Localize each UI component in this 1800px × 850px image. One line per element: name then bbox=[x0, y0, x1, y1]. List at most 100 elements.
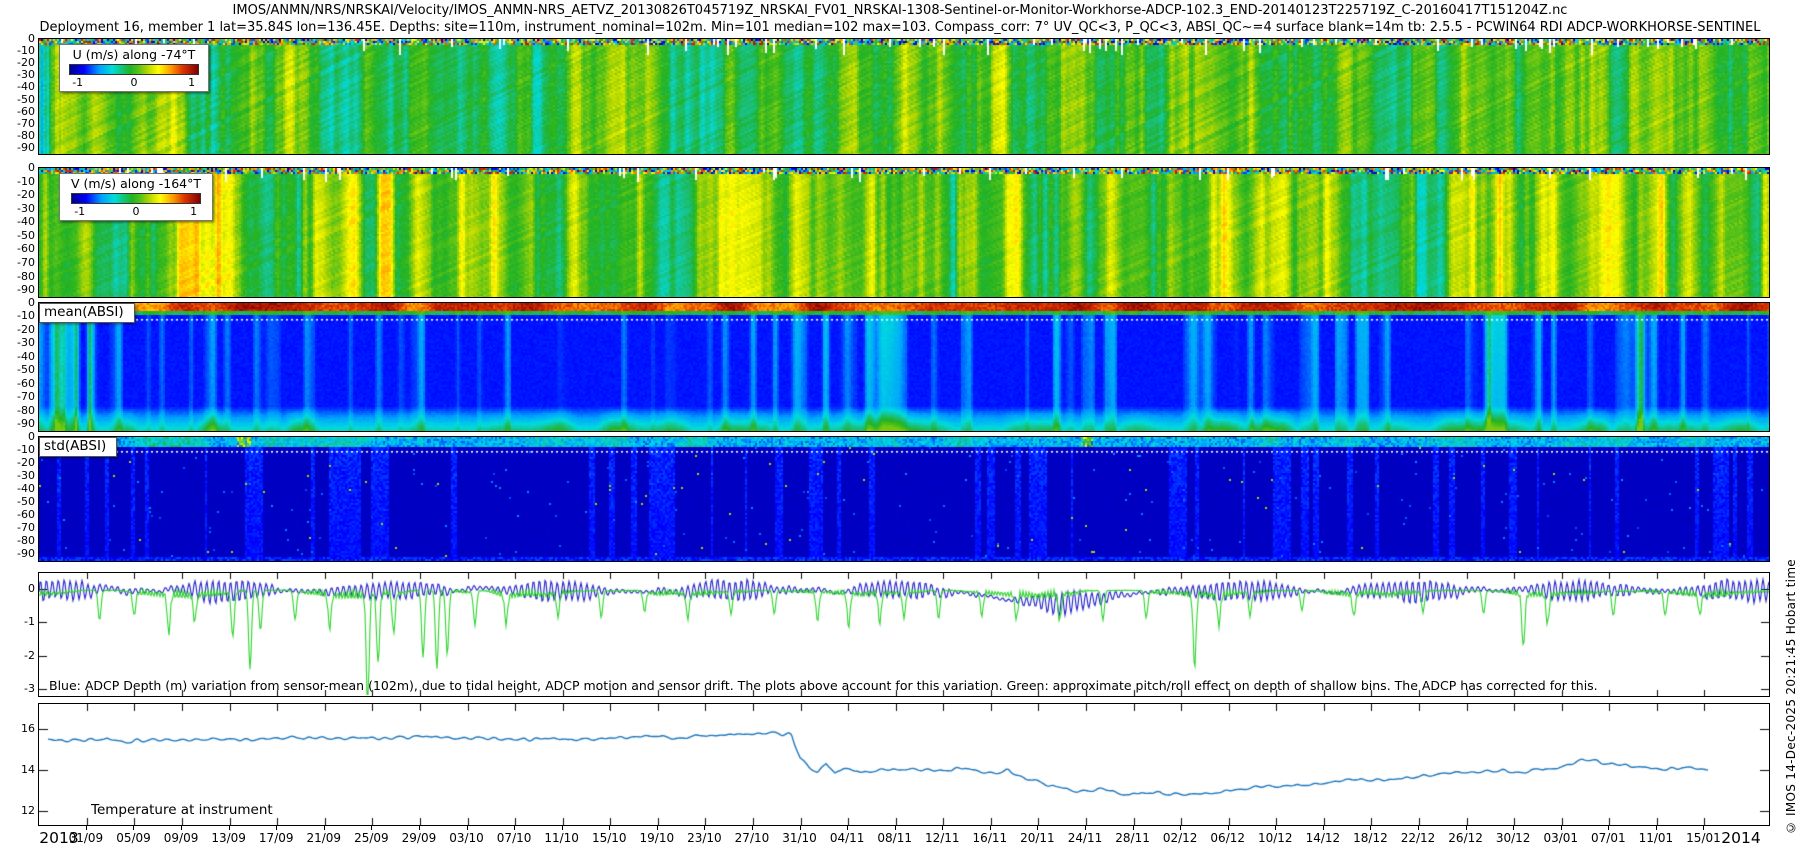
colorbar-tick-label: 1 bbox=[190, 205, 197, 218]
y-tick-label: -30 bbox=[1, 470, 35, 481]
y-tick-label: -50 bbox=[1, 230, 35, 241]
y-tick-label: -3 bbox=[1, 683, 35, 694]
x-tick-label: 27/10 bbox=[735, 831, 770, 845]
y-tick-label: -80 bbox=[1, 130, 35, 141]
x-tick-label: 31/10 bbox=[782, 831, 817, 845]
absi-std-label: std(ABSI) bbox=[39, 437, 117, 457]
x-tick-mark bbox=[1656, 825, 1657, 830]
colorbar-tick-label: 0 bbox=[131, 76, 138, 89]
colorbar-tick-label: 0 bbox=[133, 205, 140, 218]
y-tick-label: -70 bbox=[1, 391, 35, 402]
y-tick-label: -70 bbox=[1, 118, 35, 129]
v-velocity-colorbar bbox=[71, 193, 201, 204]
y-tick-label: -80 bbox=[1, 405, 35, 416]
panel-u-velocity: U (m/s) along -74°T -1 0 1 bbox=[38, 38, 1770, 155]
y-tick-label: -20 bbox=[1, 57, 35, 68]
x-tick-label: 06/12 bbox=[1210, 831, 1245, 845]
x-tick-label: 05/09 bbox=[116, 831, 151, 845]
x-tick-mark bbox=[1513, 825, 1514, 830]
y-tick-label: -40 bbox=[1, 351, 35, 362]
v-velocity-legend: V (m/s) along -164°T -1 0 1 bbox=[59, 173, 213, 221]
x-tick-mark bbox=[562, 825, 563, 830]
depth-variation-caption: Blue: ADCP Depth (m) variation from sens… bbox=[49, 678, 1598, 693]
x-tick-mark bbox=[1703, 825, 1704, 830]
colorbar-tick-label: -1 bbox=[72, 76, 83, 89]
x-tick-mark bbox=[133, 825, 134, 830]
x-tick-label: 04/11 bbox=[830, 831, 865, 845]
x-tick-label: 15/01 bbox=[1686, 831, 1721, 845]
u-velocity-colorbar-ticks: -1 0 1 bbox=[70, 76, 198, 89]
x-tick-label: 03/01 bbox=[1543, 831, 1578, 845]
y-tick-label: -30 bbox=[1, 69, 35, 80]
panel-absi-std: std(ABSI) bbox=[38, 436, 1770, 562]
y-tick-label: -90 bbox=[1, 548, 35, 559]
x-tick-label: 29/09 bbox=[402, 831, 437, 845]
y-tick-label: -20 bbox=[1, 189, 35, 200]
absi-mean-heatmap-canvas bbox=[39, 303, 1769, 431]
x-tick-label: 28/11 bbox=[1115, 831, 1150, 845]
x-tick-label: 19/10 bbox=[640, 831, 675, 845]
y-tick-label: -10 bbox=[1, 176, 35, 187]
x-tick-label: 02/12 bbox=[1163, 831, 1198, 845]
x-tick-mark bbox=[1370, 825, 1371, 830]
figure-subtitle: Deployment 16, member 1 lat=35.84S lon=1… bbox=[0, 20, 1800, 35]
temperature-line-canvas bbox=[39, 704, 1769, 825]
y-tick-label: -10 bbox=[1, 444, 35, 455]
panel-depth-variation: Blue: ADCP Depth (m) variation from sens… bbox=[38, 572, 1770, 697]
y-tick-label: -40 bbox=[1, 483, 35, 494]
imos-copyright-watermark: © IMOS 14-Dec-2025 20:21:45 Hobart time bbox=[1784, 559, 1798, 834]
x-tick-mark bbox=[895, 825, 896, 830]
y-tick-label: -10 bbox=[1, 45, 35, 56]
x-tick-label: 24/11 bbox=[1068, 831, 1103, 845]
x-tick-label: 11/10 bbox=[544, 831, 579, 845]
x-axis-year-end: 2014 bbox=[1721, 829, 1760, 847]
y-tick-label: -60 bbox=[1, 378, 35, 389]
x-tick-label: 13/09 bbox=[211, 831, 246, 845]
x-tick-label: 30/12 bbox=[1496, 831, 1531, 845]
x-tick-mark bbox=[1085, 825, 1086, 830]
x-tick-label: 14/12 bbox=[1306, 831, 1341, 845]
x-tick-mark bbox=[1133, 825, 1134, 830]
x-tick-mark bbox=[752, 825, 753, 830]
x-tick-mark bbox=[990, 825, 991, 830]
y-tick-label: -1 bbox=[1, 616, 35, 627]
x-axis-year-start: 2013 bbox=[39, 829, 78, 847]
u-velocity-heatmap-canvas bbox=[39, 39, 1769, 154]
y-tick-label: -60 bbox=[1, 106, 35, 117]
x-tick-mark bbox=[1323, 825, 1324, 830]
x-tick-mark bbox=[371, 825, 372, 830]
panel-absi-mean: mean(ABSI) bbox=[38, 302, 1770, 432]
y-tick-label: -50 bbox=[1, 496, 35, 507]
y-tick-label: 16 bbox=[1, 723, 35, 734]
x-tick-mark bbox=[86, 825, 87, 830]
y-tick-label: -50 bbox=[1, 364, 35, 375]
x-tick-label: 26/12 bbox=[1448, 831, 1483, 845]
x-tick-mark bbox=[1037, 825, 1038, 830]
y-tick-label: -30 bbox=[1, 203, 35, 214]
x-tick-label: 21/09 bbox=[306, 831, 341, 845]
y-tick-label: -2 bbox=[1, 650, 35, 661]
x-tick-mark bbox=[419, 825, 420, 830]
y-tick-label: -60 bbox=[1, 509, 35, 520]
x-tick-mark bbox=[229, 825, 230, 830]
x-tick-label: 09/09 bbox=[164, 831, 199, 845]
y-tick-label: -70 bbox=[1, 257, 35, 268]
x-tick-label: 18/12 bbox=[1353, 831, 1388, 845]
x-tick-label: 17/09 bbox=[259, 831, 294, 845]
temperature-label: Temperature at instrument bbox=[91, 802, 273, 818]
figure-title: IMOS/ANMN/NRS/NRSKAI/Velocity/IMOS_ANMN-… bbox=[0, 3, 1800, 18]
x-tick-mark bbox=[1561, 825, 1562, 830]
y-tick-label: -40 bbox=[1, 81, 35, 92]
x-tick-mark bbox=[514, 825, 515, 830]
x-tick-label: 03/10 bbox=[449, 831, 484, 845]
x-tick-label: 12/11 bbox=[925, 831, 960, 845]
y-tick-label: 12 bbox=[1, 805, 35, 816]
x-tick-mark bbox=[1180, 825, 1181, 830]
y-tick-label: -80 bbox=[1, 535, 35, 546]
v-velocity-legend-title: V (m/s) along -164°T bbox=[69, 176, 203, 191]
y-tick-label: -90 bbox=[1, 418, 35, 429]
panel-temperature: Temperature at instrument bbox=[38, 703, 1770, 826]
x-tick-mark bbox=[847, 825, 848, 830]
x-tick-mark bbox=[657, 825, 658, 830]
y-tick-label: -90 bbox=[1, 142, 35, 153]
